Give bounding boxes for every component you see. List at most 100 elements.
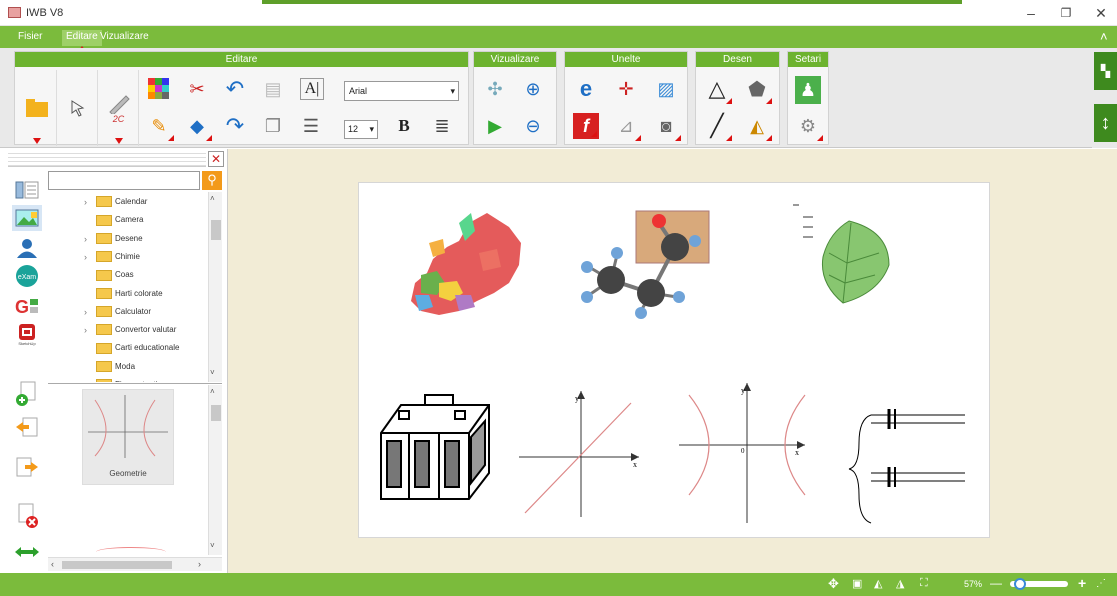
exam-tab[interactable]: eXam	[12, 263, 42, 289]
shape-3d-button[interactable]: ◭	[740, 109, 774, 143]
group-desen: Desen △ ⬟ ╱ ◭	[695, 51, 780, 145]
user-button[interactable]: ♟	[795, 76, 821, 104]
horizontal-scrollbar[interactable]: ‹ ›	[48, 557, 222, 571]
undo-button[interactable]: ↶	[218, 72, 252, 106]
pen-button[interactable]: 2C	[99, 70, 139, 146]
flash-button[interactable]: f	[573, 113, 599, 139]
chevron-right-icon[interactable]: ›	[84, 231, 87, 247]
tree-scroll-thumb[interactable]	[211, 220, 221, 240]
redo-button[interactable]: ↷	[218, 109, 252, 143]
pencil-button[interactable]: ✎	[142, 109, 176, 143]
tree-item[interactable]: Camera	[96, 212, 143, 228]
text-button[interactable]: A|	[300, 78, 324, 100]
fullscreen-button[interactable]: ⛶	[920, 577, 928, 590]
font-size-select[interactable]: 12 ▾	[344, 120, 378, 139]
grid-button[interactable]: ▣	[852, 577, 862, 590]
copy-button[interactable]: ❐	[256, 109, 290, 143]
align-button[interactable]: ≣	[425, 109, 459, 143]
search-button[interactable]: ⚲	[202, 171, 222, 190]
tree-item[interactable]: Carti educationale	[96, 340, 179, 356]
europe-map-image[interactable]	[411, 213, 521, 315]
tree-item[interactable]: Moda	[96, 359, 135, 375]
battery-image[interactable]	[380, 394, 490, 500]
zoom-in-status-button[interactable]: +	[1078, 575, 1086, 591]
thumbnail-geometrie[interactable]: Geometrie	[82, 389, 174, 485]
h-scroll-thumb[interactable]	[62, 561, 172, 569]
tree-item[interactable]: › Calendar	[84, 194, 147, 210]
settings-button[interactable]: ⚙	[791, 109, 825, 143]
zoom-out-status-button[interactable]: —	[990, 576, 1002, 590]
person-tab[interactable]	[12, 235, 42, 261]
tree-item[interactable]: › Desene	[84, 231, 143, 247]
tree-item[interactable]: › Chimie	[84, 249, 140, 265]
menu-vizualizare[interactable]: Vizualizare	[96, 30, 153, 46]
next-page-button[interactable]	[12, 455, 42, 481]
line-graph-image[interactable]: y x	[519, 391, 639, 517]
sketchup-tab[interactable]: SketchUp	[12, 321, 42, 347]
restore-button[interactable]: ❐	[1052, 3, 1080, 23]
app-icon	[8, 7, 21, 18]
thumbnail-scrollbar[interactable]: ˄ ˅	[208, 385, 222, 555]
bold-button[interactable]: B	[387, 109, 421, 143]
eraser-button[interactable]: ◆	[180, 109, 214, 143]
vertical-resize-button[interactable]: ↕	[1094, 104, 1117, 142]
leaf-image[interactable]	[793, 204, 890, 304]
move-button[interactable]: ✥	[828, 576, 839, 592]
tree-item[interactable]: Coas	[96, 267, 134, 283]
zoom-in-button[interactable]: ⊕	[516, 72, 550, 106]
menu-fisier[interactable]: Fisier	[14, 30, 46, 46]
swap-button[interactable]	[12, 539, 42, 565]
panel-close-button[interactable]: ✕	[208, 151, 224, 167]
measure-button[interactable]: ✛	[609, 72, 643, 106]
gallery-search-input[interactable]	[48, 171, 200, 190]
fit-page-button[interactable]: ◮	[896, 577, 904, 590]
tree-item[interactable]: Fire protection	[96, 377, 166, 382]
tree-item[interactable]: › Calculator	[84, 304, 151, 320]
circuit-image[interactable]	[848, 409, 965, 524]
panel-drag-handle[interactable]	[8, 151, 206, 167]
triangle-button[interactable]: △	[700, 72, 734, 106]
chevron-right-icon[interactable]: ›	[84, 249, 87, 265]
add-page-button[interactable]	[12, 381, 42, 407]
line-button[interactable]: ╱	[700, 109, 734, 143]
collapse-ribbon-icon[interactable]: ˄	[1100, 29, 1108, 44]
tree-scrollbar[interactable]: ˄ ˅	[208, 192, 222, 382]
flash-icon: f	[583, 115, 589, 136]
font-name-select[interactable]: Arial ▾	[344, 81, 459, 101]
color-palette-button[interactable]	[142, 72, 176, 106]
zoom-out-button[interactable]: ⊖	[516, 109, 550, 143]
thumb-scroll-thumb[interactable]	[211, 405, 221, 421]
ruler-button[interactable]: ⊿	[609, 109, 643, 143]
previous-page-button[interactable]	[12, 415, 42, 441]
open-folder-button[interactable]	[17, 70, 57, 146]
chevron-right-icon[interactable]: ›	[84, 322, 87, 338]
line-spacing-button[interactable]: ☰	[294, 109, 328, 143]
google-tab[interactable]: G	[12, 293, 42, 319]
spotlight-button[interactable]: ✣	[478, 72, 512, 106]
tree-item[interactable]: › Convertor valutar	[84, 322, 176, 338]
resize-grip-icon[interactable]: ⋰	[1096, 578, 1106, 589]
image-button[interactable]: ▨	[649, 72, 683, 106]
cut-button[interactable]: ✂	[180, 72, 214, 106]
browser-button[interactable]: e	[569, 72, 603, 106]
layout-button[interactable]: ▚	[1094, 52, 1117, 90]
folder-icon	[96, 251, 112, 263]
paste-button-disabled[interactable]: ▤	[256, 72, 290, 106]
hyperbola-graph-image[interactable]: y x 0	[679, 383, 806, 523]
molecule-image[interactable]	[581, 210, 710, 319]
whiteboard-canvas[interactable]: y x y x 0	[358, 182, 990, 538]
presentation-button[interactable]: ▶	[478, 109, 512, 143]
chevron-right-icon[interactable]: ›	[84, 194, 87, 210]
gallery-tab[interactable]	[12, 205, 42, 231]
minimize-button[interactable]: –	[1017, 3, 1045, 23]
delete-page-button[interactable]	[12, 503, 42, 529]
select-button[interactable]	[58, 70, 98, 146]
zoom-slider-handle[interactable]	[1014, 578, 1026, 590]
pages-tab[interactable]	[12, 177, 42, 203]
chevron-right-icon[interactable]: ›	[84, 304, 87, 320]
close-button[interactable]: ✕	[1087, 3, 1115, 23]
fit-width-button[interactable]: ◭	[874, 577, 882, 590]
camera-button[interactable]: ◙	[649, 109, 683, 143]
tree-item[interactable]: Harti colorate	[96, 286, 163, 302]
polygon-button[interactable]: ⬟	[740, 72, 774, 106]
